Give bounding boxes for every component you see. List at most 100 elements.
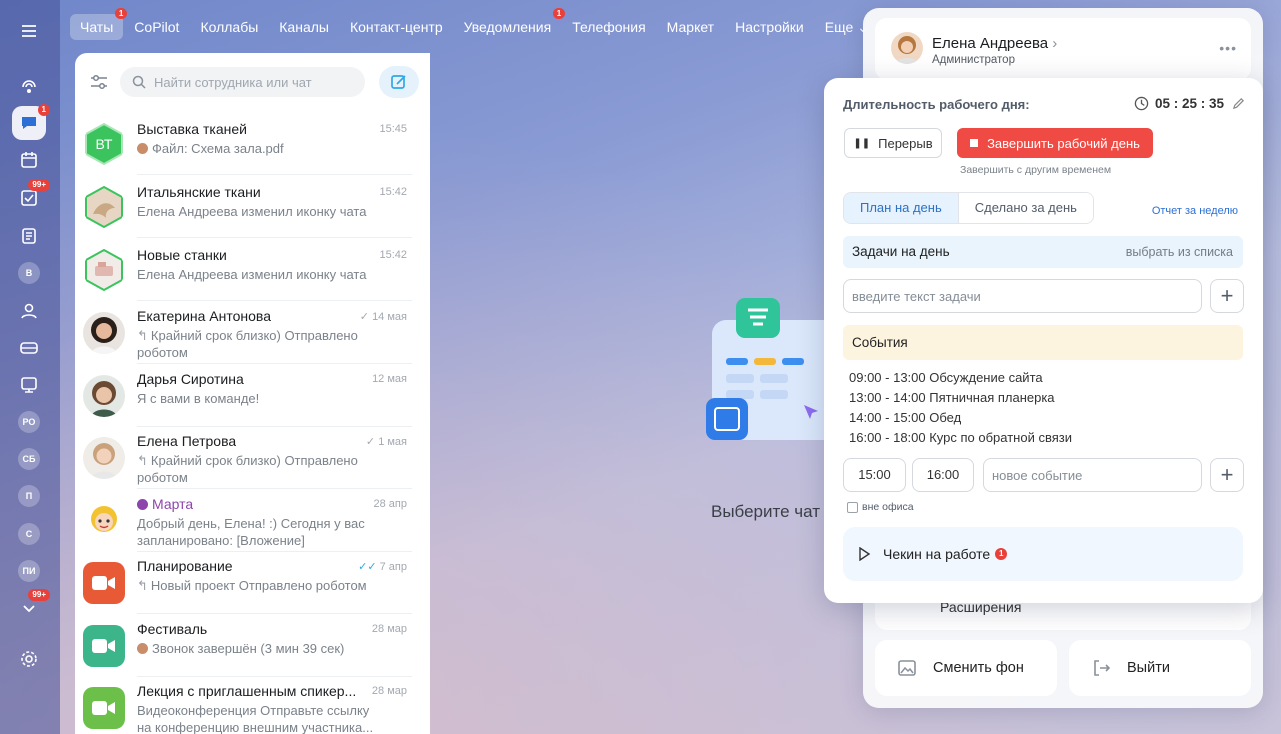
event-item[interactable]: 09:00 - 13:00 Обсуждение сайта (849, 370, 1043, 385)
chat-row[interactable]: Планирование ✓✓ 7 апр ↰ Новый проект Отпр… (75, 552, 430, 614)
edit-icon (391, 75, 406, 89)
pause-button[interactable]: ❚❚ Перерыв (844, 128, 942, 158)
chat-row[interactable]: Итальянские ткани 15:42 Елена Андреева и… (75, 176, 430, 238)
video-call-icon (83, 687, 125, 729)
event-end-time[interactable]: 16:00 (912, 458, 974, 492)
profile-role: Администратор (932, 54, 1015, 66)
chat-name: Елена Петрова (137, 433, 237, 449)
offsite-checkbox[interactable]: вне офиса (847, 501, 914, 513)
tasks-title: Задачи на день (852, 244, 950, 259)
sites-icon[interactable] (12, 368, 46, 402)
reply-icon: ↰ (137, 578, 148, 593)
event-item[interactable]: 13:00 - 14:00 Пятничная планерка (849, 390, 1055, 405)
nav-chats[interactable]: Чаты 1 (70, 8, 128, 40)
chat-row[interactable]: Лекция с приглашенным спикер... 28 мар В… (75, 677, 430, 734)
tab-done[interactable]: Сделано за день (957, 193, 1093, 223)
chat-name: Дарья Сиротина (137, 371, 244, 387)
event-item[interactable]: 16:00 - 18:00 Курс по обратной связи (849, 430, 1072, 445)
chat-time: 15:45 (379, 123, 407, 135)
rail-group-6[interactable]: ПИ (12, 554, 46, 588)
search-icon (132, 75, 146, 89)
event-start-time[interactable]: 15:00 (843, 458, 906, 492)
nav-settings[interactable]: Настройки (725, 14, 814, 40)
menu-icon[interactable] (12, 14, 46, 48)
nav-notifications[interactable]: Уведомления 1 (454, 8, 566, 40)
chat-row[interactable]: ВТ Выставка тканей 15:45 Файл: Схема зал… (75, 113, 430, 175)
bot-avatar (83, 500, 125, 542)
add-task-button[interactable]: + (1210, 279, 1244, 313)
finish-other-time-link[interactable]: Завершить с другим временем (960, 164, 1111, 176)
chats-rail-button[interactable]: 1 (12, 104, 50, 140)
chat-name: Итальянские ткани (137, 184, 261, 200)
chat-row[interactable]: Дарья Сиротина 12 мая Я с вами в команде… (75, 365, 430, 427)
event-item[interactable]: 14:00 - 15:00 Обед (849, 410, 961, 425)
rail-group-5[interactable]: С (12, 517, 46, 551)
chat-row[interactable]: Марта 28 апр Добрый день, Елена! :) Сего… (75, 490, 430, 552)
checkin-button[interactable]: Чекин на работе 1 (843, 527, 1243, 581)
change-background-button[interactable]: Сменить фон (875, 640, 1057, 696)
nav-telephony[interactable]: Телефония (562, 14, 655, 40)
tasks-rail-button[interactable]: 99+ (12, 179, 50, 215)
more-icon[interactable]: ••• (1219, 40, 1237, 56)
chevron-down-icon (23, 605, 35, 613)
add-event-button[interactable]: + (1210, 458, 1244, 492)
contacts-icon[interactable] (12, 294, 46, 328)
settings-gear-icon[interactable] (12, 642, 46, 676)
documents-icon[interactable] (12, 219, 46, 253)
new-event-input[interactable] (983, 458, 1202, 492)
chat-time: 12 мая (372, 373, 407, 385)
rail-group-3[interactable]: СБ (12, 442, 46, 476)
nav-channels[interactable]: Каналы (269, 14, 339, 40)
chat-preview: Елена Андреева изменил иконку чата (137, 204, 367, 219)
top-navigation: Чаты 1 CoPilot Коллабы Каналы Контакт-цен… (70, 8, 870, 46)
sender-avatar (137, 143, 148, 154)
workday-title: Длительность рабочего дня: (843, 97, 1030, 112)
chat-row[interactable]: Новые станки 15:42 Елена Андреева измени… (75, 239, 430, 301)
nav-copilot[interactable]: CoPilot (124, 14, 189, 40)
feed-icon[interactable] (12, 70, 46, 104)
chat-preview: Я с вами в команде! (137, 391, 260, 406)
stop-icon (970, 139, 979, 147)
nav-contact-center[interactable]: Контакт-центр (340, 14, 453, 40)
calendar-icon[interactable] (12, 143, 46, 177)
chat-name: Выставка тканей (137, 121, 247, 137)
chat-row[interactable]: Елена Петрова ✓ 1 мая ↰ Крайний срок близ… (75, 427, 430, 489)
pencil-icon[interactable] (1232, 97, 1245, 110)
chat-time: 28 апр (373, 498, 407, 510)
rail-group-1[interactable]: В (12, 256, 46, 290)
chat-name: Екатерина Антонова (137, 308, 271, 324)
rail-group-2[interactable]: РО (12, 405, 46, 439)
profile-header[interactable]: Елена Андреева › Администратор ••• (875, 18, 1251, 80)
video-call-icon (83, 625, 125, 667)
chat-icon (22, 117, 36, 129)
clock-icon (1134, 96, 1149, 111)
bot-icon (137, 499, 148, 510)
task-input[interactable] (843, 279, 1202, 313)
finish-workday-button[interactable]: Завершить рабочий день (957, 128, 1153, 158)
video-call-icon (83, 562, 125, 604)
filter-icon[interactable] (87, 70, 111, 94)
nav-market[interactable]: Маркет (657, 14, 724, 40)
chat-time: ✓ 14 мая (359, 311, 407, 323)
search-input[interactable] (154, 74, 354, 90)
week-report-link[interactable]: Отчет за неделю (1152, 205, 1238, 217)
compose-button[interactable] (379, 66, 419, 98)
chat-row[interactable]: Екатерина Антонова ✓ 14 мая ↰ Крайний сро… (75, 302, 430, 364)
profile-name: Елена Андреева › (932, 35, 1058, 52)
checkin-badge: 1 (995, 548, 1008, 560)
checkin-label: Чекин на работе (883, 546, 991, 562)
pick-from-list-link[interactable]: выбрать из списка (1126, 245, 1233, 259)
logout-button[interactable]: Выйти (1069, 640, 1251, 696)
rail-group-4[interactable]: П (12, 479, 46, 513)
tab-plan[interactable]: План на день (844, 193, 958, 223)
chat-time: ✓✓ 7 апр (358, 561, 407, 573)
checkbox (847, 501, 858, 513)
chat-name: Марта (137, 496, 193, 512)
more-rail-button[interactable]: 99+ (12, 589, 50, 625)
chat-row[interactable]: Фестиваль 28 мар Звонок завершён (3 мин … (75, 615, 430, 677)
hexagon-avatar (83, 186, 125, 228)
nav-collabs[interactable]: Коллабы (190, 14, 268, 40)
group-avatar: ПИ (18, 560, 40, 582)
chat-name: Лекция с приглашенным спикер... (137, 683, 357, 699)
crm-icon[interactable] (12, 331, 46, 365)
